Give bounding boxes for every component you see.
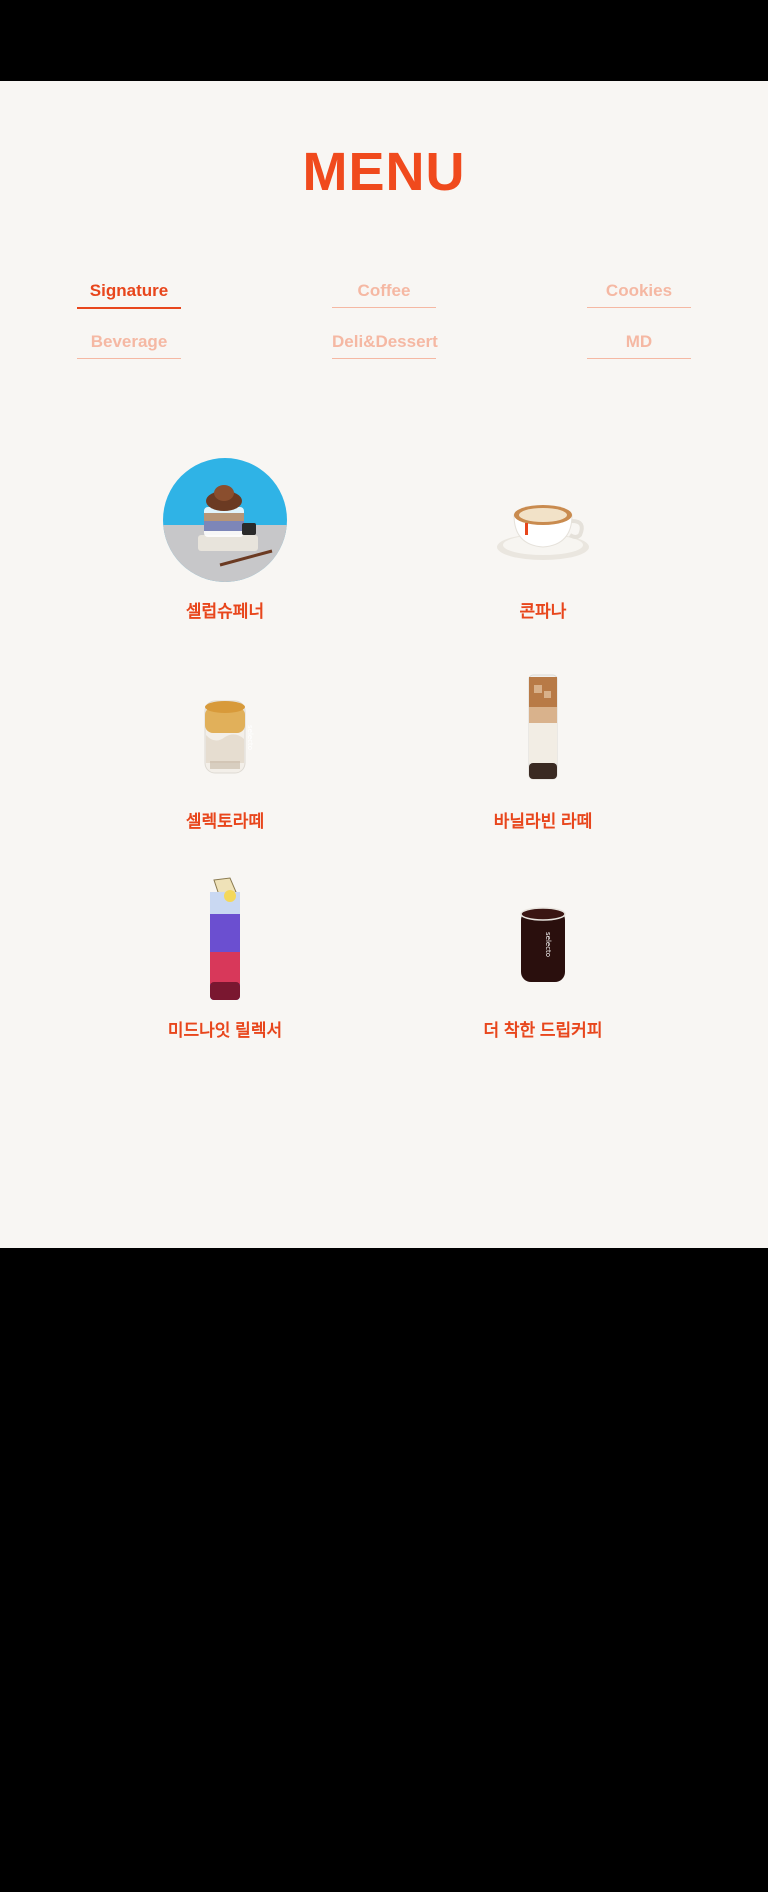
con-panna-image [478, 455, 608, 585]
bottom-letterbox [0, 1248, 768, 1892]
menu-item[interactable]: 콘파나 [433, 455, 653, 622]
selecto-latte-image: selecto [160, 665, 290, 795]
menu-item-name: 미드나잇 릴렉서 [167, 1021, 283, 1040]
menu-item-name: 셀렉토라떼 [185, 812, 265, 831]
menu-item[interactable]: 바닐라빈 라떼 [433, 665, 653, 832]
menu-section: MENU Signature Coffee Cookies Beverage D… [0, 81, 768, 1248]
menu-item[interactable]: 셀럽슈페너 [115, 455, 335, 622]
tab-cookies[interactable]: Cookies [587, 277, 691, 308]
svg-text:selecto: selecto [246, 725, 254, 750]
drip-coffee-image: selecto [478, 874, 608, 1004]
celeb-einspanner-image [160, 455, 290, 585]
svg-text:selecto: selecto [544, 932, 552, 957]
menu-item[interactable]: 미드나잇 릴렉서 [115, 874, 335, 1041]
vanilla-bean-latte-image [478, 665, 608, 795]
menu-item-name: 바닐라빈 라떼 [493, 812, 593, 831]
menu-item-name: 콘파나 [519, 602, 567, 621]
tab-coffee[interactable]: Coffee [332, 277, 436, 308]
page-title: MENU [302, 142, 466, 202]
menu-item[interactable]: selecto 더 착한 드립커피 [433, 874, 653, 1041]
midnight-relaxer-image [160, 874, 290, 1004]
tab-signature[interactable]: Signature [77, 277, 181, 309]
tab-md[interactable]: MD [587, 328, 691, 359]
menu-item[interactable]: selecto 셀렉토라떼 [115, 665, 335, 832]
tab-beverage[interactable]: Beverage [77, 328, 181, 359]
top-letterbox [0, 0, 768, 81]
menu-item-name: 셀럽슈페너 [185, 602, 265, 621]
menu-item-name: 더 착한 드립커피 [483, 1021, 603, 1040]
tab-deli-dessert[interactable]: Deli&Dessert [332, 328, 438, 359]
